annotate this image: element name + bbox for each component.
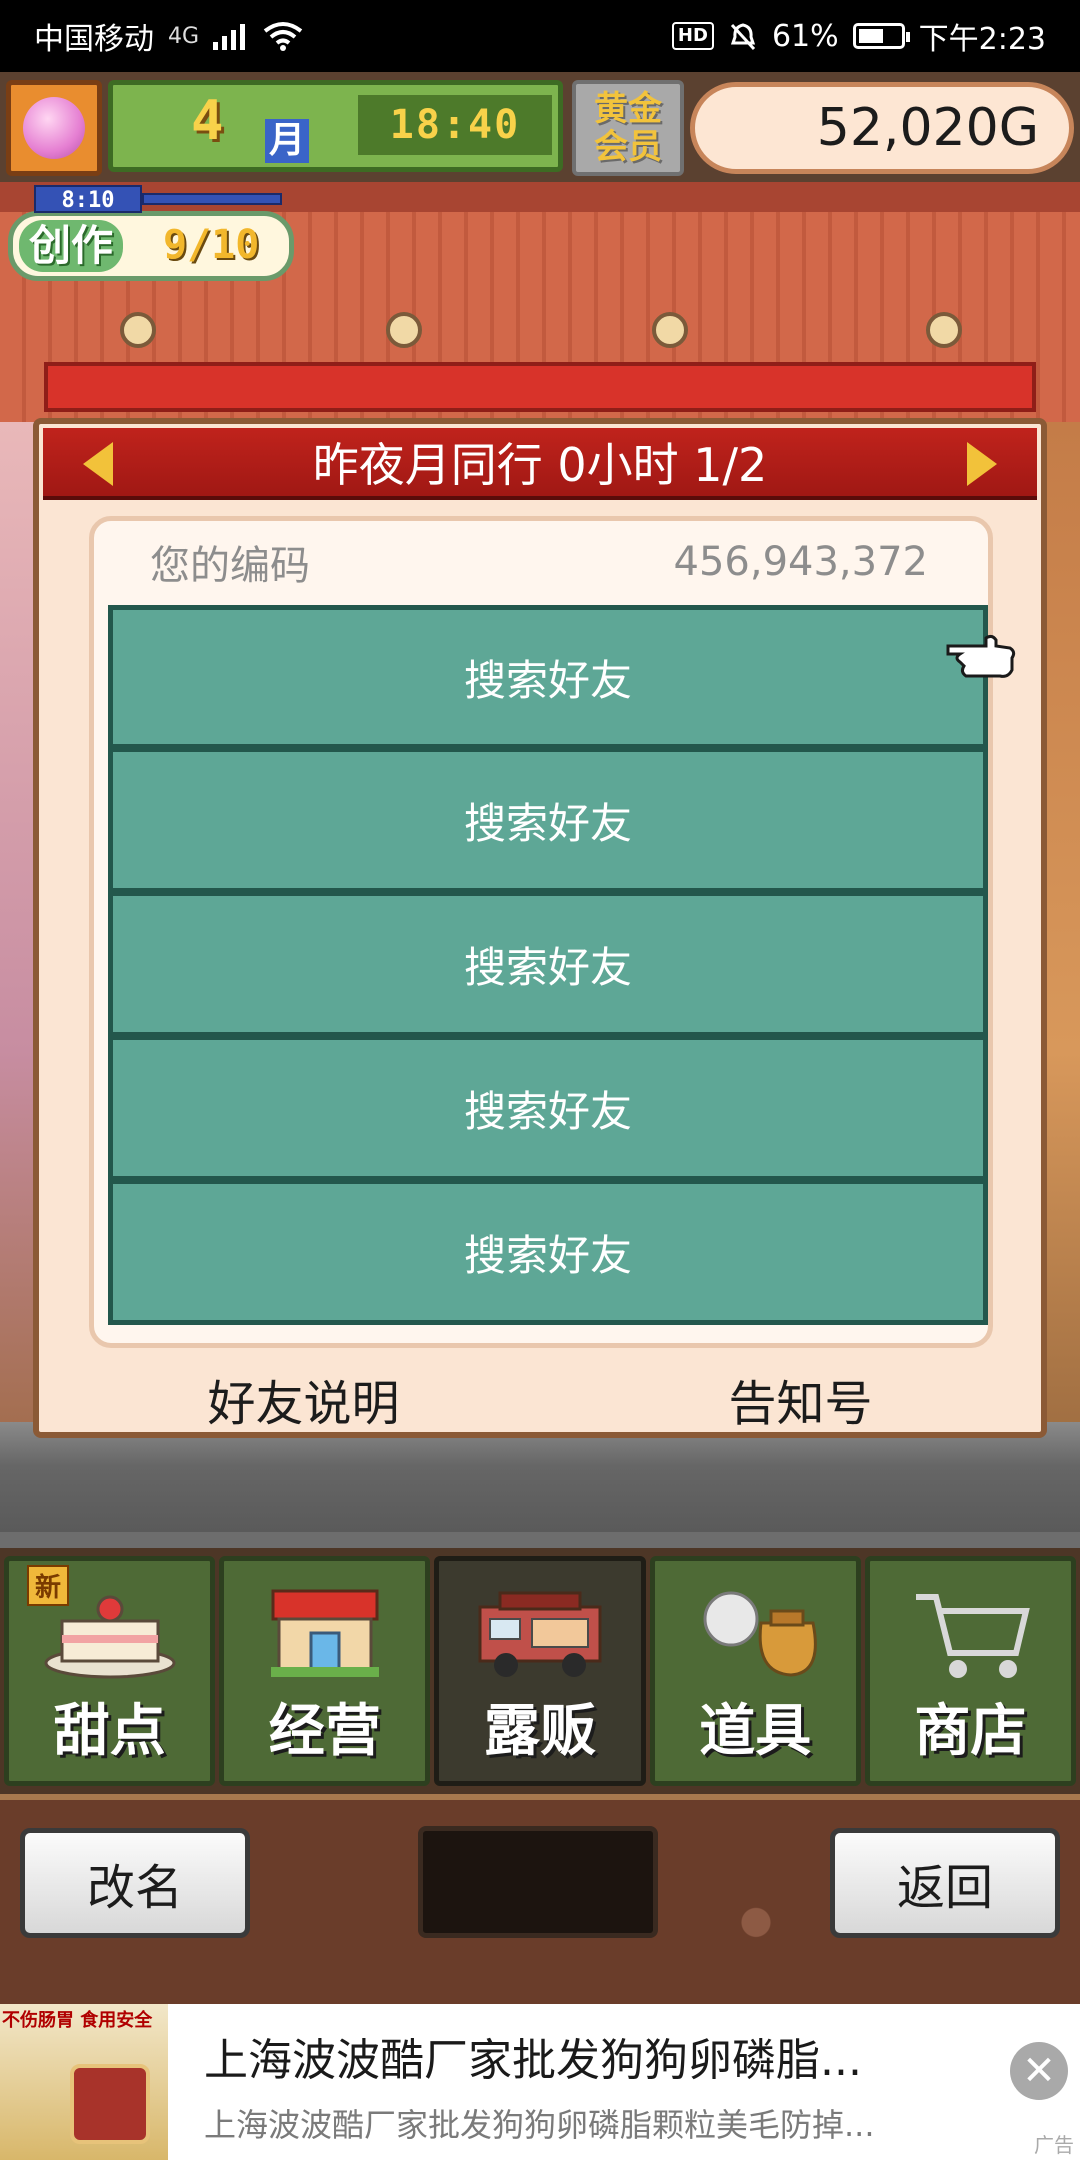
ad-thumbnail[interactable]: 不伤肠胃 食用安全	[0, 2004, 168, 2160]
street	[0, 1422, 1080, 1532]
friend-panel: 您的编码 456,943,372 搜索好友 搜索好友 搜索好友 搜索好友 搜索好…	[89, 516, 993, 1348]
calendar-panel: 4 月 18:40	[108, 80, 563, 172]
battery-fill	[858, 29, 884, 43]
shop-icon	[270, 1589, 379, 1677]
menu-dessert[interactable]: 新 甜点	[4, 1556, 216, 1786]
month-unit: 月	[265, 119, 310, 163]
shop-awning	[44, 362, 1036, 412]
rename-button[interactable]: 改名	[20, 1828, 250, 1938]
search-friend-button[interactable]: 搜索好友	[108, 1037, 988, 1181]
cherry-tree-icon	[23, 97, 85, 159]
ad-subtitle[interactable]: 上海波波酷厂家批发狗狗卵磷脂颗粒美毛防掉...	[204, 2100, 934, 2146]
your-code-row: 您的编码 456,943,372	[94, 521, 988, 603]
menu-manage[interactable]: 经营	[219, 1556, 431, 1786]
gold-member-badge[interactable]: 黄金 会员	[572, 80, 684, 176]
hd-icon: HD	[671, 22, 714, 50]
lamp-icon	[386, 312, 422, 348]
shopping-cart-icon	[916, 1594, 1031, 1678]
menu-label: 甜点	[53, 1699, 166, 1764]
shop-avatar[interactable]	[6, 80, 102, 176]
friend-help-button[interactable]: 好友说明	[207, 1364, 399, 1434]
dialog-footer: 好友说明 告知号	[43, 1364, 1037, 1434]
product-jar-icon	[70, 2064, 150, 2144]
cake-icon	[44, 1595, 176, 1679]
friend-slot-list: 搜索好友 搜索好友 搜索好友 搜索好友 搜索好友	[108, 605, 988, 1325]
menu-label: 道具	[699, 1699, 812, 1764]
wifi-icon	[263, 22, 303, 51]
top-hud: 4 月 18:40 黄金 会员 52,020G	[0, 72, 1080, 182]
main-menu-bar: 新 甜点 经营 露贩 道具 商店	[0, 1548, 1080, 1794]
create-body: 创作 9/10	[8, 211, 294, 281]
ad-tag: 广告	[1034, 2133, 1074, 2157]
menu-label: 经营	[268, 1699, 381, 1764]
notify-code-button[interactable]: 告知号	[728, 1364, 872, 1434]
network-type: 4G	[168, 23, 200, 49]
friends-dialog: 昨夜月同行 0小时 1/2 您的编码 456,943,372 搜索好友 搜索好友…	[33, 418, 1047, 1438]
code-value: 456,943,372	[673, 539, 928, 585]
signal-icon	[213, 24, 246, 50]
prev-page-arrow-icon[interactable]	[83, 442, 113, 486]
search-friend-button[interactable]: 搜索好友	[108, 1181, 988, 1325]
bottom-panel: 改名 返回	[0, 1794, 1080, 2004]
menu-stall[interactable]: 露贩	[434, 1556, 646, 1786]
dialog-title: 昨夜月同行 0小时 1/2	[312, 438, 768, 492]
carrier-label: 中国移动	[34, 22, 154, 57]
next-page-arrow-icon[interactable]	[967, 442, 997, 486]
ad-thumb-text: 不伤肠胃 食用安全	[2, 2010, 153, 2031]
code-label: 您的编码	[150, 543, 310, 589]
lamp-icon	[652, 312, 688, 348]
create-progress-bar	[142, 193, 282, 205]
close-icon[interactable]: ✕	[1010, 2042, 1068, 2100]
lamp-icon	[926, 312, 962, 348]
create-label: 创作	[19, 220, 124, 272]
food-truck-icon	[478, 1591, 602, 1677]
month-number: 4	[191, 89, 224, 152]
money-display: 52,020G	[690, 82, 1074, 174]
create-badge[interactable]: 创作 9/10 8:10	[8, 185, 294, 285]
back-button[interactable]: 返回	[830, 1828, 1060, 1938]
search-friend-button[interactable]: 搜索好友	[108, 605, 988, 749]
search-friend-button[interactable]: 搜索好友	[108, 893, 988, 1037]
status-bar: 中国移动 4G HD 61% 下午2:23	[0, 0, 1080, 72]
lamp-icon	[120, 312, 156, 348]
battery-percent: 61%	[771, 18, 839, 54]
menu-items[interactable]: 道具	[649, 1556, 861, 1786]
ad-title[interactable]: 上海波波酷厂家批发狗狗卵磷脂...	[204, 2024, 894, 2088]
battery-icon	[852, 23, 910, 49]
create-timer: 8:10	[34, 185, 142, 213]
clock-time: 下午2:23	[918, 22, 1046, 57]
menu-store[interactable]: 商店	[864, 1556, 1077, 1786]
ad-banner[interactable]: 不伤肠胃 食用安全 上海波波酷厂家批发狗狗卵磷脂... 上海波波酷厂家批发狗狗卵…	[0, 2004, 1080, 2160]
game-clock: 18:40	[358, 95, 552, 155]
items-bag-icon	[703, 1591, 818, 1677]
menu-label: 商店	[914, 1699, 1027, 1764]
dialog-title-bar: 昨夜月同行 0小时 1/2	[43, 428, 1037, 500]
mute-bell-icon	[730, 23, 756, 51]
create-count: 9/10	[163, 222, 260, 268]
center-slot	[418, 1826, 658, 1938]
pointer-hand-icon	[946, 634, 1016, 678]
search-friend-button[interactable]: 搜索好友	[108, 749, 988, 893]
menu-label: 露贩	[484, 1699, 596, 1764]
